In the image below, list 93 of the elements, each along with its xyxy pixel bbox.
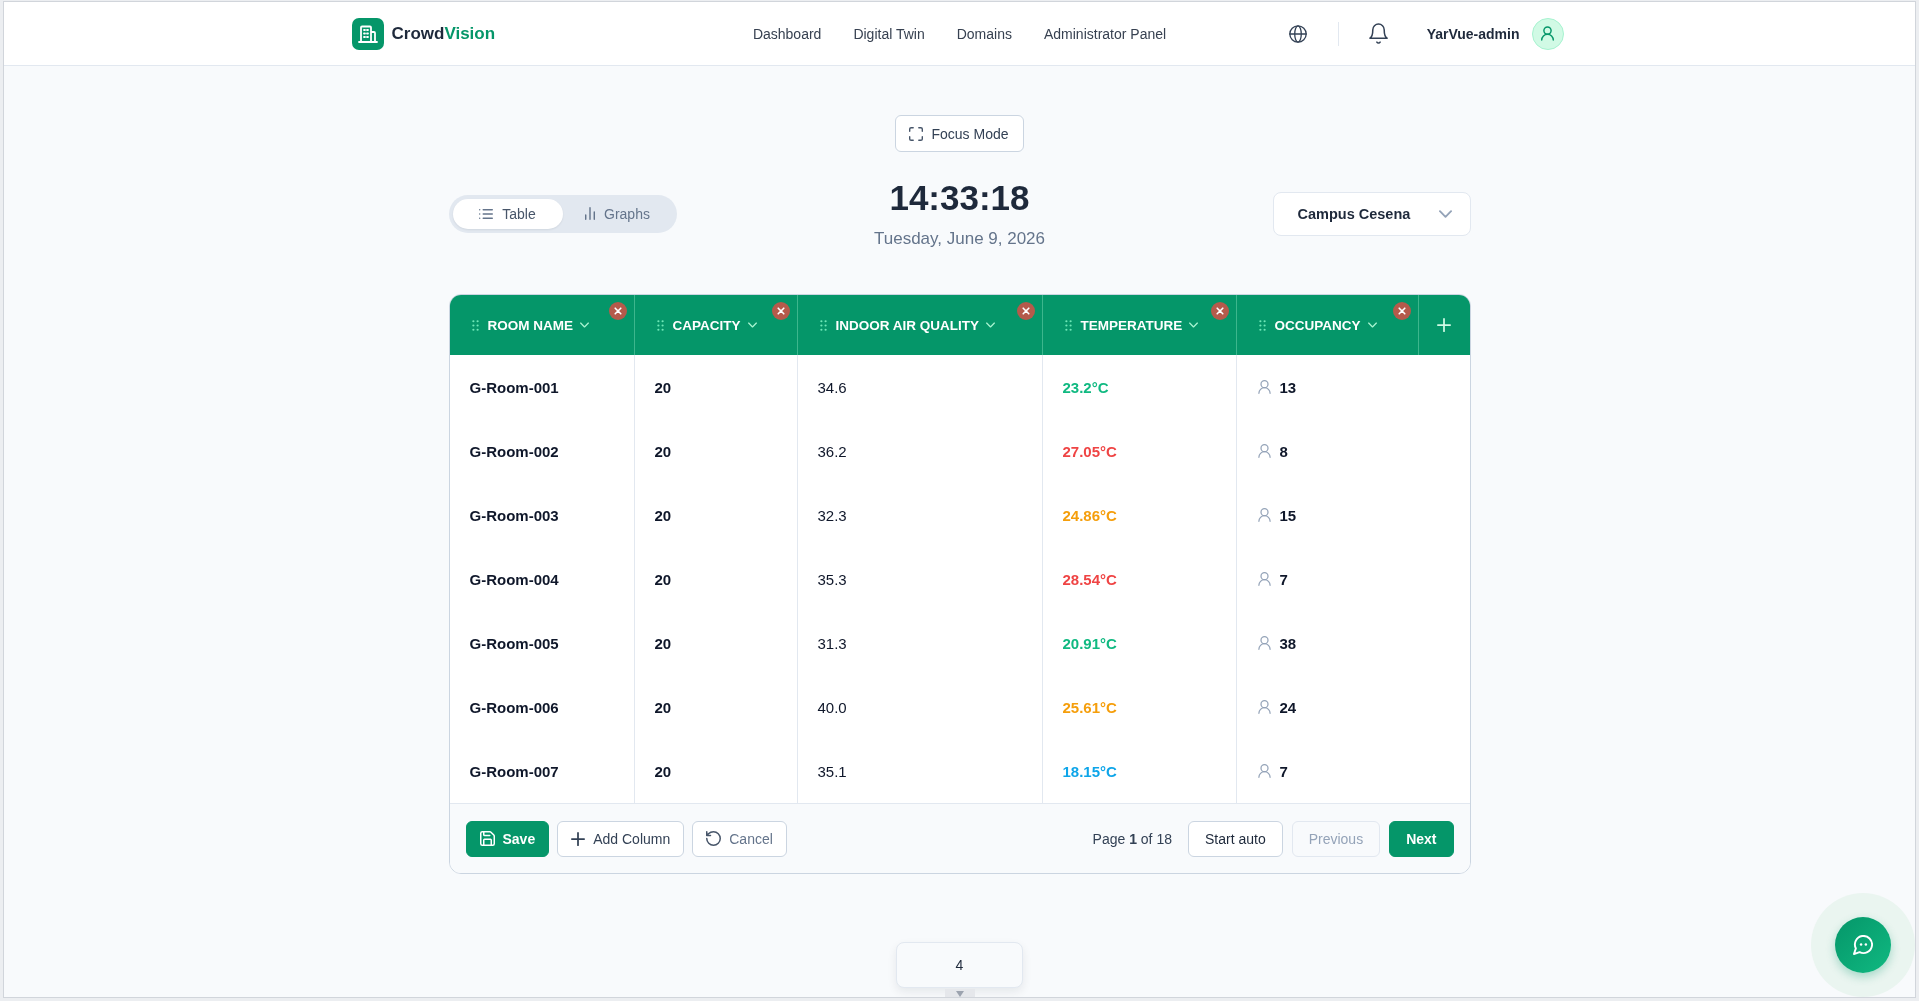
drag-handle-icon [1064,319,1072,331]
cancel-button[interactable]: Cancel [692,820,787,857]
user-icon [1541,26,1554,41]
table-cell: 23.2°C [1042,355,1237,419]
building-icon [351,17,384,50]
drag-handle-icon [471,319,479,331]
column-header[interactable]: ROOM NAME [449,295,635,355]
person-icon [1257,636,1271,650]
close-icon[interactable] [1392,302,1411,320]
bell-icon[interactable] [1368,23,1388,44]
person-icon [1257,700,1271,714]
occupancy-count: 7 [1279,570,1288,588]
table-cell: 25.61°C [1042,675,1237,739]
save-button[interactable]: Save [465,820,550,857]
table-cell: 20 [634,483,798,547]
occupancy-count: 15 [1279,506,1297,524]
table-cell: 20 [634,611,798,675]
user-name: YarVue-admin [1426,25,1520,42]
bar-chart-icon [585,207,596,220]
close-icon[interactable] [1210,302,1229,320]
occupancy-count: 24 [1279,698,1297,716]
person-icon [1257,764,1271,778]
chevron-down-icon [1189,322,1199,328]
drag-handle-icon [819,319,827,331]
globe-icon[interactable] [1288,24,1307,43]
plus-icon [571,831,586,846]
table-cell: G-Room-005 [449,611,635,675]
column-header[interactable]: CAPACITY [634,295,798,355]
save-icon [479,831,495,846]
person-icon [1257,444,1271,458]
chevron-down-icon [986,322,995,328]
person-icon [1257,508,1271,522]
occupancy-count: 13 [1279,378,1297,396]
occupancy-count: 38 [1279,634,1297,652]
add-column-button[interactable]: Add Column [557,820,685,857]
table-cell: G-Room-002 [449,419,635,483]
chat-icon [1853,935,1873,955]
clock-time: 14:33:18 [888,177,1031,219]
nav-link[interactable]: Digital Twin [853,25,925,42]
close-icon[interactable] [608,302,627,320]
user-avatar[interactable] [1531,17,1564,50]
column-header[interactable]: OCCUPANCY [1236,295,1419,355]
table-cell: 32.3 [797,483,1043,547]
chevron-down-icon [1438,209,1452,218]
table-cell: G-Room-001 [449,355,635,419]
table-cell: G-Room-003 [449,483,635,547]
plus-icon [1437,318,1451,332]
table-cell: 20 [634,675,798,739]
chat-button[interactable] [1835,917,1891,973]
drag-handle-icon [656,319,664,331]
chevron-down-icon [580,322,589,328]
table-cell: 20 [634,355,798,419]
table-cell: G-Room-006 [449,675,635,739]
close-icon[interactable] [771,302,790,320]
table-cell: G-Room-004 [449,547,635,611]
table-cell: 24.86°C [1042,483,1237,547]
drag-handle-icon [1258,319,1266,331]
undo-icon [706,831,722,846]
nav-link[interactable]: Dashboard [752,25,822,42]
person-icon [1257,572,1271,586]
table-cell: 34.6 [797,355,1043,419]
expand-icon [909,126,924,141]
view-tab[interactable]: Table [452,198,563,229]
table-cell: 28.54°C [1042,547,1237,611]
number-tooltip: 4 [896,942,1023,988]
chevron-down-icon [1367,322,1377,328]
column-header[interactable]: TEMPERATURE [1042,295,1237,355]
caret-down-icon [944,989,975,997]
table-cell: 20 [634,419,798,483]
table-cell: 20.91°C [1042,611,1237,675]
start-auto-button[interactable]: Start auto [1187,820,1283,857]
nav-link[interactable]: Administrator Panel [1043,25,1167,42]
column-header[interactable]: INDOOR AIR QUALITY [797,295,1043,355]
clock-date: Tuesday, June 9, 2026 [873,228,1046,250]
page-indicator: Page 1 of 18 [1092,830,1172,847]
table-cell: 27.05°C [1042,419,1237,483]
list-icon [479,208,494,219]
table-cell: 40.0 [797,675,1043,739]
occupancy-count: 8 [1279,442,1288,460]
campus-select[interactable]: Campus Cesena [1272,191,1471,236]
next-page-button[interactable]: Next [1389,820,1454,857]
person-icon [1257,380,1271,394]
table-cell: 35.3 [797,547,1043,611]
table-cell: 31.3 [797,611,1043,675]
table-cell: 20 [634,547,798,611]
chevron-down-icon [747,322,757,328]
table-cell: 36.2 [797,419,1043,483]
view-tab[interactable]: Graphs [562,198,673,229]
occupancy-count: 7 [1279,762,1288,780]
focus-mode-button[interactable]: Focus Mode [895,115,1024,152]
close-icon[interactable] [1016,302,1035,320]
brand-name: CrowdVision [391,23,496,44]
nav-link[interactable]: Domains [956,25,1012,42]
